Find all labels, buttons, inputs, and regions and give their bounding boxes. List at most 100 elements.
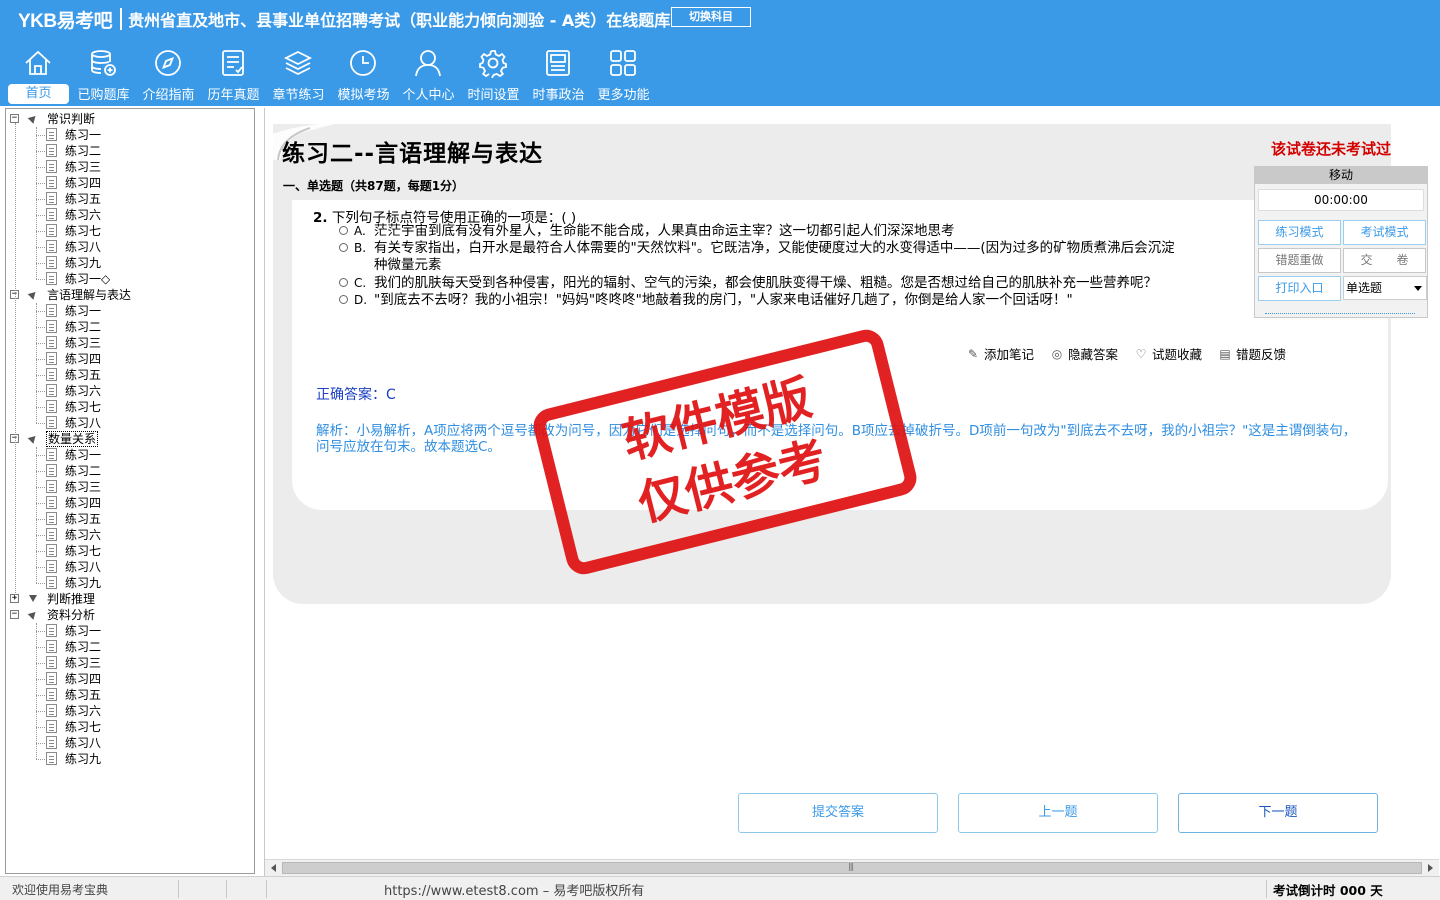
nav-current-affairs[interactable]: 时事政治 — [526, 46, 591, 104]
tree-item[interactable]: 练习二 — [6, 143, 254, 159]
tree-item[interactable]: 练习二 — [6, 639, 254, 655]
tree-item[interactable]: 练习五 — [6, 687, 254, 703]
user-icon — [415, 50, 441, 77]
exam-mode-button[interactable]: 考试模式 — [1343, 220, 1426, 245]
option-b[interactable]: B. 有关专家指出，白开水是最符合人体需要的"天然饮料"。它既洁净，又能使硬度过… — [339, 240, 1175, 257]
tree-item[interactable]: 练习四 — [6, 671, 254, 687]
tree-item-label: 练习八 — [65, 736, 102, 750]
tree-item-label: 练习一 — [65, 304, 102, 318]
submit-answer-button[interactable]: 提交答案 — [738, 793, 938, 833]
tree-item[interactable]: 练习九 — [6, 575, 254, 591]
favorite-button[interactable]: ♡ 试题收藏 — [1134, 344, 1202, 363]
tree-item[interactable]: 练习八 — [6, 735, 254, 751]
prev-question-button[interactable]: 上一题 — [958, 793, 1158, 833]
top-banner: YKB易考吧 贵州省直及地市、县事业单位招聘考试（职业能力倾向测验 - A类）在… — [0, 0, 1440, 106]
horizontal-scrollbar[interactable]: ||| — [265, 859, 1439, 876]
tree-item[interactable]: 练习九 — [6, 255, 254, 271]
option-a[interactable]: A. 茫茫宇宙到底有没有外星人，生命能不能合成，人果真由命运主宰？这一切都引起人… — [339, 223, 955, 240]
redo-wrong-button[interactable]: 错题重做 — [1258, 248, 1341, 273]
nav-personal-center[interactable]: 个人中心 — [396, 46, 461, 104]
option-radio[interactable] — [339, 278, 348, 287]
tree-item[interactable]: 练习七 — [6, 719, 254, 735]
tree-item[interactable]: 练习四 — [6, 175, 254, 191]
collapse-icon[interactable]: − — [10, 610, 19, 619]
submit-paper-button[interactable]: 交 卷 — [1343, 248, 1426, 273]
add-note-button[interactable]: ✎ 添加笔记 — [966, 344, 1034, 363]
option-radio[interactable] — [339, 243, 348, 252]
tree-item[interactable]: 练习三 — [6, 159, 254, 175]
tree-item[interactable]: 练习八 — [6, 559, 254, 575]
error-feedback-button[interactable]: ▤ 错题反馈 — [1218, 344, 1286, 363]
tree-item[interactable]: 练习三 — [6, 479, 254, 495]
tree-connector — [36, 455, 45, 456]
tree-item[interactable]: 练习七 — [6, 399, 254, 415]
nav-past-papers[interactable]: 历年真题 — [201, 46, 266, 104]
practice-mode-button[interactable]: 练习模式 — [1258, 220, 1341, 245]
nav-purchased[interactable]: 已购题库 — [71, 46, 136, 104]
tree-item[interactable]: 练习八 — [6, 415, 254, 431]
tree-item[interactable]: 练习四 — [6, 495, 254, 511]
tree-item[interactable]: 练习九 — [6, 751, 254, 767]
tree-connector — [36, 407, 45, 408]
tree-item[interactable]: 练习五 — [6, 367, 254, 383]
tree-item[interactable]: 练习一 — [6, 303, 254, 319]
status-bar: 欢迎使用易考宝典 https://www.etest8.com – 易考吧版权所… — [0, 876, 1440, 900]
answer-analysis: 解析：小易解析，A项应将两个逗号都改为问号，因为它们是选择问句，而不是选择问句。… — [316, 423, 1357, 455]
document-icon — [46, 752, 57, 765]
nav-time-settings[interactable]: 时间设置 — [461, 46, 526, 104]
nav-guide[interactable]: 介绍指南 — [136, 46, 201, 104]
tree-item[interactable]: 练习六 — [6, 207, 254, 223]
tree-item[interactable]: 练习八 — [6, 239, 254, 255]
nav-mock-exam[interactable]: 模拟考场 — [331, 46, 396, 104]
nav-more-functions[interactable]: 更多功能 — [591, 46, 656, 104]
document-icon — [46, 320, 57, 333]
tree-item[interactable]: 练习六 — [6, 383, 254, 399]
panel-move-handle[interactable]: 移动 — [1255, 167, 1427, 184]
collapse-icon[interactable]: − — [10, 114, 19, 123]
option-d[interactable]: D. "到底去不去呀？我的小祖宗！"妈妈"咚咚咚"地敲着我的房门，"人家来电话催… — [339, 292, 1073, 309]
tree-item[interactable]: 练习二 — [6, 463, 254, 479]
next-question-button[interactable]: 下一题 — [1178, 793, 1378, 833]
scroll-right-icon[interactable] — [1428, 864, 1433, 872]
scroll-left-icon[interactable] — [271, 864, 276, 872]
switch-subject-button[interactable]: 切换科目 — [671, 7, 751, 27]
tree-category[interactable]: − 言语理解与表达 — [6, 287, 254, 303]
tree-category[interactable]: − 资料分析 — [6, 607, 254, 623]
option-letter: B. — [354, 241, 367, 255]
nav-chapter-practice[interactable]: 章节练习 — [266, 46, 331, 104]
tree-item[interactable]: 练习一 — [6, 127, 254, 143]
exam-status: 该试卷还未考试过 — [1271, 140, 1392, 158]
tree-item[interactable]: 练习一◇ — [6, 271, 254, 287]
tree-item[interactable]: 练习三 — [6, 655, 254, 671]
nav-label: 章节练习 — [272, 88, 325, 103]
tree-item-label: 练习八 — [65, 560, 102, 574]
tree-item[interactable]: 练习一 — [6, 623, 254, 639]
hide-answer-button[interactable]: ◎ 隐藏答案 — [1050, 344, 1118, 363]
tree-item[interactable]: 练习五 — [6, 191, 254, 207]
option-c[interactable]: C. 我们的肌肤每天受到各种侵害，阳光的辐射、空气的污染，都会使肌肤变得干燥、粗… — [339, 275, 1157, 292]
tree-item[interactable]: 练习五 — [6, 511, 254, 527]
tree-connector — [36, 487, 45, 488]
tree-item[interactable]: 练习七 — [6, 543, 254, 559]
option-radio[interactable] — [339, 295, 348, 304]
print-button[interactable]: 打印入口 — [1258, 276, 1341, 301]
tree-item[interactable]: 练习六 — [6, 703, 254, 719]
tree-category[interactable]: − 数量关系 — [6, 431, 254, 447]
tree-item[interactable]: 练习三 — [6, 335, 254, 351]
tree-category[interactable]: + 判断推理 — [6, 591, 254, 607]
tree-category[interactable]: − 常识判断 — [6, 111, 254, 127]
question-type-select[interactable]: 单选题 — [1343, 276, 1427, 300]
correct-answer: 正确答案：C — [316, 387, 396, 403]
tree-item[interactable]: 练习二 — [6, 319, 254, 335]
tree-item[interactable]: 练习七 — [6, 223, 254, 239]
tree-item[interactable]: 练习一 — [6, 447, 254, 463]
option-radio[interactable] — [339, 226, 348, 235]
database-icon — [91, 50, 116, 76]
document-icon — [46, 400, 57, 413]
tree-item-label: 练习六 — [65, 384, 102, 398]
nav-home[interactable]: 首页 — [6, 46, 71, 104]
document-icon — [46, 176, 57, 189]
tool-label: 添加笔记 — [984, 347, 1035, 362]
tree-item[interactable]: 练习四 — [6, 351, 254, 367]
tree-item[interactable]: 练习六 — [6, 527, 254, 543]
